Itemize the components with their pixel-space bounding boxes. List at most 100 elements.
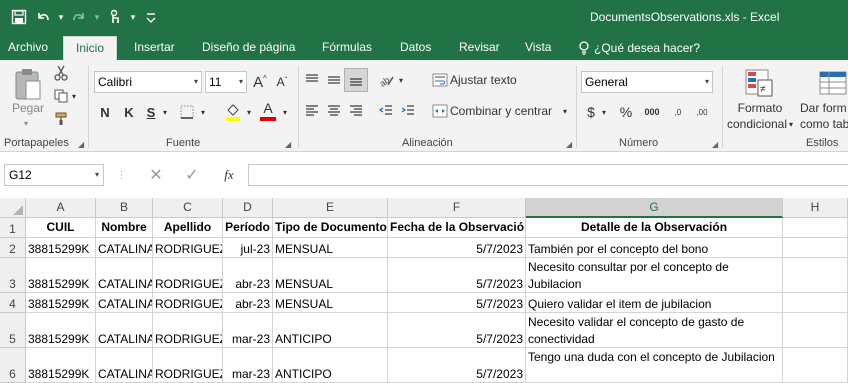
touch-dropdown-icon[interactable]: ▾ — [128, 6, 138, 28]
cell-nombre[interactable]: CATALINA — [96, 348, 153, 383]
cell-fecha[interactable]: 5/7/2023 — [388, 258, 526, 293]
cell-tipo-documento[interactable]: ANTICIPO — [273, 313, 388, 348]
header-cell-periodo[interactable]: Período — [223, 218, 273, 238]
cell-apellido[interactable]: RODRIGUEZ — [153, 293, 223, 313]
cell-detalle[interactable]: Quiero validar el item de jubilacion — [526, 293, 783, 313]
number-format-select[interactable]: General ▾ — [581, 71, 713, 93]
customize-icon[interactable] — [140, 6, 162, 28]
underline-button[interactable]: S — [142, 101, 160, 123]
conditional-format-button[interactable]: condicional ▾ — [722, 116, 798, 132]
cell-cuil[interactable]: 38815299K — [26, 348, 96, 383]
touch-mode-icon[interactable] — [104, 6, 126, 28]
cell-detalle[interactable]: Necesito validar el concepto de gasto de… — [526, 313, 783, 348]
cell-periodo[interactable]: jul-23 — [223, 238, 273, 258]
wrap-text-button[interactable]: Ajustar texto — [450, 70, 540, 90]
font-color-button[interactable]: A — [258, 99, 278, 123]
tab-revisar[interactable]: Revisar — [459, 36, 500, 60]
decrease-indent-icon[interactable] — [376, 101, 396, 121]
row-header[interactable]: 1 — [0, 218, 26, 238]
bold-button[interactable]: N — [96, 101, 114, 123]
cell-fecha[interactable]: 5/7/2023 — [388, 313, 526, 348]
orientation-icon[interactable]: ab — [376, 70, 396, 90]
empty-cell[interactable] — [783, 313, 848, 348]
redo-icon[interactable] — [68, 6, 90, 28]
format-as-table-line1[interactable]: Dar form — [800, 100, 848, 116]
tab-datos[interactable]: Datos — [400, 36, 431, 60]
shrink-font-button[interactable]: Aˇ — [272, 71, 292, 93]
fill-color-icon[interactable] — [222, 99, 244, 123]
cancel-icon[interactable]: ✕ — [146, 164, 166, 186]
cell-nombre[interactable]: CATALINA — [96, 293, 153, 313]
column-header-b[interactable]: B — [96, 198, 153, 218]
thousands-button[interactable]: 000 — [640, 101, 664, 123]
clipboard-launcher-icon[interactable]: ◢ — [78, 140, 84, 149]
cell-apellido[interactable]: RODRIGUEZ — [153, 313, 223, 348]
header-cell-fecha-observacion[interactable]: Fecha de la Observación — [388, 218, 526, 238]
save-icon[interactable] — [8, 6, 30, 28]
merge-center-button[interactable]: Combinar y centrar — [450, 101, 560, 121]
paste-icon[interactable] — [10, 66, 46, 102]
align-left-icon[interactable] — [302, 101, 322, 121]
currency-button[interactable]: $ — [583, 101, 599, 123]
formula-input[interactable] — [248, 164, 848, 186]
select-all-corner[interactable] — [0, 198, 26, 218]
column-header-c[interactable]: C — [153, 198, 223, 218]
format-as-table-icon[interactable] — [818, 66, 848, 100]
tab-archivo[interactable]: Archivo — [8, 36, 48, 60]
italic-button[interactable]: K — [120, 101, 138, 123]
cell-detalle[interactable]: Tengo una duda con el concepto de Jubila… — [526, 348, 783, 383]
cell-apellido[interactable]: RODRIGUEZ — [153, 258, 223, 293]
cell-fecha[interactable]: 5/7/2023 — [388, 293, 526, 313]
borders-dropdown-icon[interactable]: ▾ — [198, 101, 208, 123]
cell-cuil[interactable]: 38815299K — [26, 293, 96, 313]
font-launcher-icon[interactable]: ◢ — [285, 140, 291, 149]
cell-nombre[interactable]: CATALINA — [96, 313, 153, 348]
fill-color-dropdown-icon[interactable]: ▾ — [244, 101, 254, 123]
format-as-table-line2[interactable]: como tab — [800, 116, 848, 132]
conditional-format-line1[interactable]: Formato — [724, 100, 796, 116]
header-cell-cuil[interactable]: CUIL — [26, 218, 96, 238]
header-cell-tipo-documento[interactable]: Tipo de Documento — [273, 218, 388, 238]
borders-icon[interactable] — [176, 101, 198, 123]
cell-periodo[interactable]: abr-23 — [223, 293, 273, 313]
empty-cell[interactable] — [783, 258, 848, 293]
tab-formulas[interactable]: Fórmulas — [322, 36, 372, 60]
cell-nombre[interactable]: CATALINA — [96, 258, 153, 293]
row-header[interactable]: 6 — [0, 348, 26, 383]
alignment-launcher-icon[interactable]: ◢ — [566, 140, 572, 149]
cell-cuil[interactable]: 38815299K — [26, 238, 96, 258]
tell-me[interactable]: ¿Qué desea hacer? — [578, 36, 700, 60]
tab-vista[interactable]: Vista — [525, 36, 551, 60]
tab-insertar[interactable]: Insertar — [134, 36, 175, 60]
row-header[interactable]: 2 — [0, 238, 26, 258]
cell-tipo-documento[interactable]: ANTICIPO — [273, 348, 388, 383]
cell-periodo[interactable]: mar-23 — [223, 348, 273, 383]
cell-detalle[interactable]: También por el concepto del bono — [526, 238, 783, 258]
cell-apellido[interactable]: RODRIGUEZ — [153, 238, 223, 258]
increase-decimal-button[interactable]: ,0 — [668, 101, 688, 123]
cell-fecha[interactable]: 5/7/2023 — [388, 348, 526, 383]
cell-cuil[interactable]: 38815299K — [26, 313, 96, 348]
column-header-f[interactable]: F — [388, 198, 526, 218]
tab-diseno-pagina[interactable]: Diseño de página — [202, 36, 295, 60]
decrease-decimal-button[interactable]: ,00 — [692, 101, 712, 123]
paste-dropdown-icon[interactable]: ▾ — [16, 118, 36, 128]
align-top-icon[interactable] — [302, 70, 322, 90]
align-right-icon[interactable] — [346, 101, 366, 121]
empty-cell[interactable] — [783, 238, 848, 258]
row-header[interactable]: 3 — [0, 258, 26, 293]
column-header-e[interactable]: E — [273, 198, 388, 218]
cell-periodo[interactable]: mar-23 — [223, 313, 273, 348]
conditional-format-icon[interactable]: ≠ — [742, 66, 776, 100]
grow-font-button[interactable]: A ^ — [250, 71, 270, 93]
column-header-a[interactable]: A — [26, 198, 96, 218]
orientation-dropdown-icon[interactable]: ▾ — [396, 70, 406, 90]
merge-dropdown-icon[interactable]: ▾ — [560, 101, 570, 121]
font-size-select[interactable]: 11 ▾ — [205, 71, 247, 93]
align-center-icon[interactable] — [324, 101, 344, 121]
enter-icon[interactable]: ✓ — [182, 164, 202, 186]
cell-periodo[interactable]: abr-23 — [223, 258, 273, 293]
column-header-h[interactable]: H — [783, 198, 848, 218]
copy-icon[interactable] — [52, 87, 70, 105]
increase-indent-icon[interactable] — [398, 101, 418, 121]
